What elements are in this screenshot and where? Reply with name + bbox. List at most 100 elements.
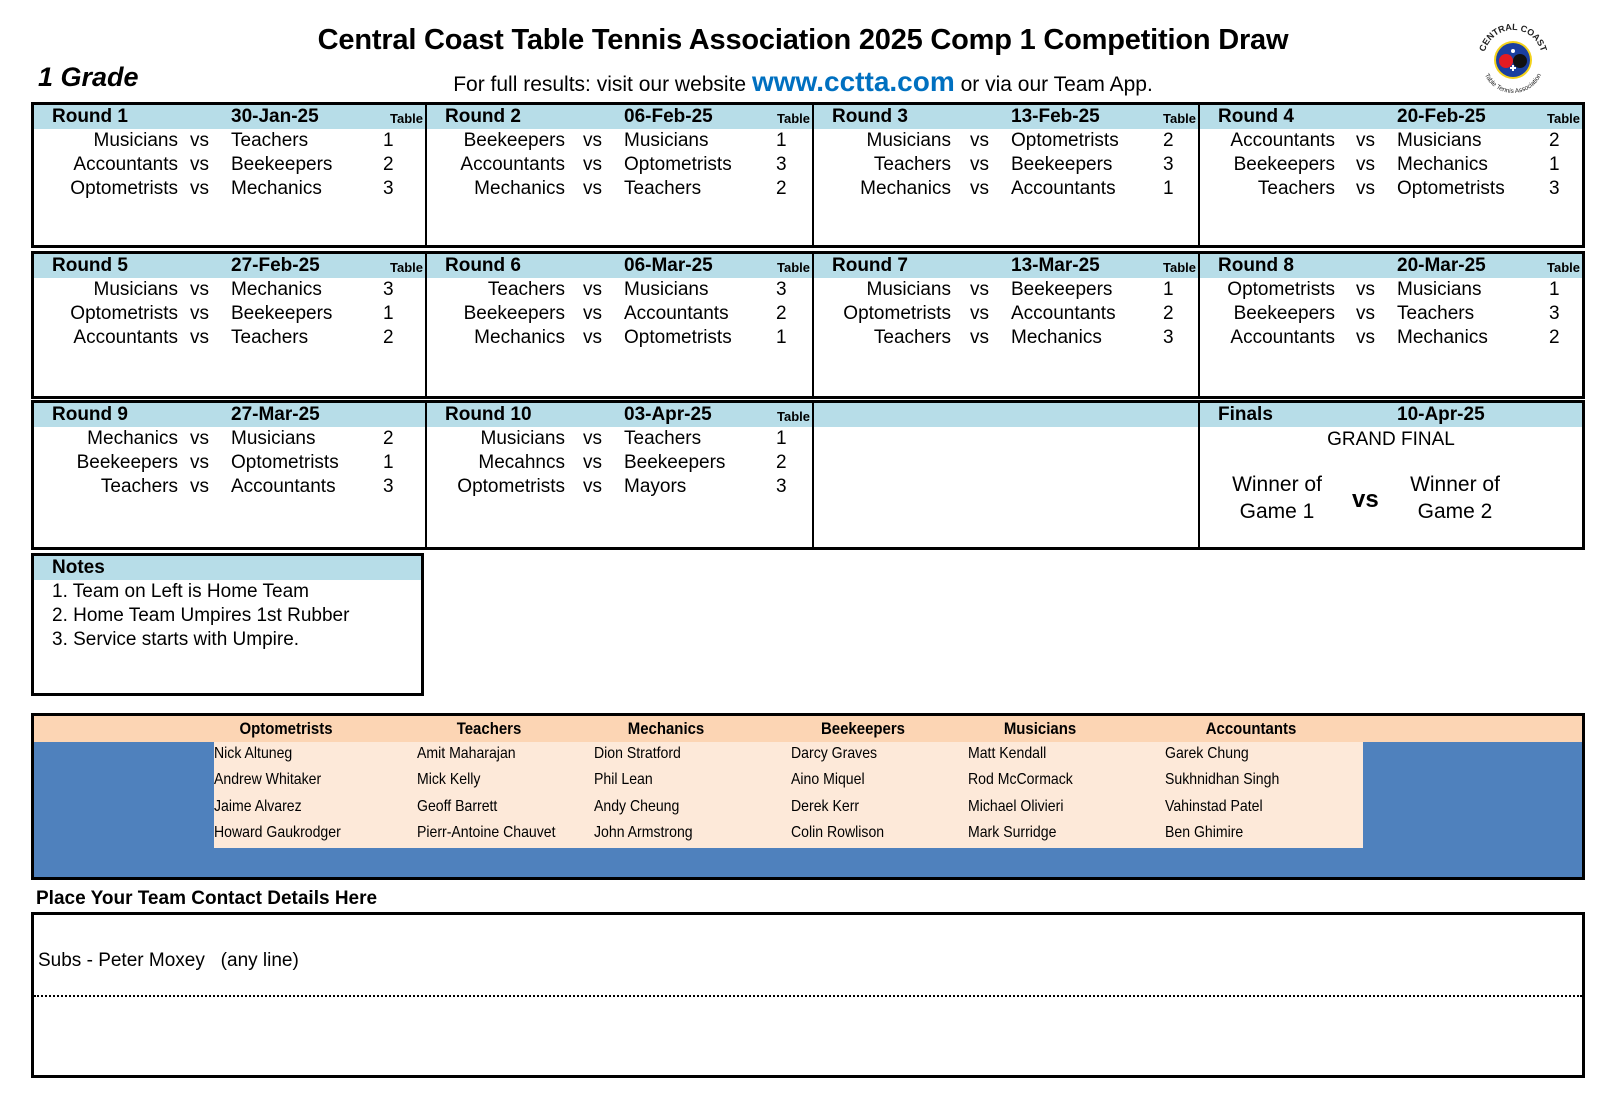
round-header: Round 9 27-Mar-25 <box>34 403 425 427</box>
away-team: Mayors <box>624 476 687 497</box>
finals-date: 10-Apr-25 <box>1397 404 1485 425</box>
table-number: 1 <box>1163 178 1174 199</box>
away-team: Teachers <box>231 130 309 151</box>
match-row: Beekeepers vs Musicians 1 <box>427 129 812 153</box>
team-name: Teachers <box>456 719 522 738</box>
table-number: 2 <box>1163 130 1174 151</box>
home-team: Mechanics <box>860 178 951 199</box>
table-number: 1 <box>383 130 394 151</box>
grand-final-title: GRAND FINAL <box>1327 429 1455 450</box>
table-number: 3 <box>1163 327 1174 348</box>
home-team: Beekeepers <box>1233 303 1335 324</box>
match-row: Teachers vs Beekeepers 3 <box>814 153 1198 177</box>
home-team: Teachers <box>1257 178 1335 199</box>
round-name: Round 7 <box>832 255 908 276</box>
table-number: 1 <box>383 303 394 324</box>
match-row: Optometrists vs Musicians 1 <box>1200 278 1582 302</box>
away-team: Optometrists <box>1011 130 1119 151</box>
vs-label: vs <box>1356 279 1375 300</box>
round-name: Round 5 <box>52 255 128 276</box>
player-name: Andrew Whitaker <box>214 771 322 788</box>
vs-label: vs <box>970 303 989 324</box>
table-column-label: Table <box>1163 260 1196 275</box>
round-date: 13-Mar-25 <box>1011 255 1100 276</box>
table-number: 1 <box>383 452 394 473</box>
round-block: Round 5 27-Feb-25 Table Musicians vs Mechanic… <box>34 254 427 396</box>
match-row: Optometrists vs Mayors 3 <box>427 475 812 499</box>
match-row: Teachers vs Mechanics 3 <box>814 326 1198 350</box>
table-number: 3 <box>383 279 394 300</box>
home-team: Beekeepers <box>463 130 565 151</box>
home-team: Teachers <box>873 327 951 348</box>
cctta-logo-icon: CENTRAL COAST Table Tennis Association <box>1476 22 1550 96</box>
away-team: Teachers <box>624 178 702 199</box>
away-team: Musicians <box>1397 130 1482 151</box>
round-block: Round 8 20-Mar-25 Table Optometrists vs Music… <box>1200 254 1582 396</box>
table-number: 2 <box>1163 303 1174 324</box>
finalist-2-line1: Winner of <box>1410 473 1500 496</box>
away-team: Accountants <box>1011 303 1116 324</box>
home-team: Teachers <box>100 476 178 497</box>
round-block: Round 9 27-Mar-25 Mechanics vs Musicians 2 Bee… <box>34 403 427 547</box>
table-column-label: Table <box>777 111 810 126</box>
grand-final-match: Winner of Game 1 vs Winner of Game 2 <box>1200 471 1582 531</box>
table-number: 2 <box>776 178 787 199</box>
table-column-label: Table <box>390 111 423 126</box>
round-block: Round 7 13-Mar-25 Table Musicians vs Beekeepe… <box>814 254 1200 396</box>
table-number: 3 <box>776 476 787 497</box>
table-number: 1 <box>1549 279 1560 300</box>
team-name: Beekeepers <box>820 719 906 738</box>
match-row: Beekeepers vs Optometrists 1 <box>34 451 425 475</box>
round-header: Round 10 03-Apr-25 Table <box>427 403 812 427</box>
player-name: Amit Maharajan <box>417 745 516 762</box>
draw-row-2: Round 5 27-Feb-25 Table Musicians vs Mechanic… <box>31 251 1585 399</box>
finalist-1-line1: Winner of <box>1232 473 1322 496</box>
table-number: 2 <box>1549 130 1560 151</box>
round-name: Round 8 <box>1218 255 1294 276</box>
finals-vs: vs <box>1352 486 1379 513</box>
away-team: Beekeepers <box>624 452 726 473</box>
finalist-2-line2: Game 2 <box>1417 500 1493 523</box>
vs-label: vs <box>583 154 602 175</box>
home-team: Mechanics <box>474 327 565 348</box>
match-row: Optometrists vs Beekeepers 1 <box>34 302 425 326</box>
finals-block: Finals 10-Apr-25 GRAND FINAL Winner of G… <box>1200 403 1582 547</box>
empty-block <box>814 403 1200 547</box>
subtitle-suffix: or via our Team App. <box>954 73 1153 96</box>
round-date: 03-Apr-25 <box>624 404 712 425</box>
home-team: Optometrists <box>70 303 178 324</box>
match-row: Accountants vs Teachers 2 <box>34 326 425 350</box>
player-name: Mick Kelly <box>417 771 481 788</box>
player-name: Jaime Alvarez <box>214 798 302 815</box>
home-team: Musicians <box>480 428 565 449</box>
match-row: Accountants vs Mechanics 2 <box>1200 326 1582 350</box>
vs-label: vs <box>583 452 602 473</box>
note-item: 1. Team on Left is Home Team <box>52 581 309 602</box>
away-team: Accountants <box>624 303 729 324</box>
player-name: Mark Surridge <box>968 824 1057 841</box>
vs-label: vs <box>583 178 602 199</box>
round-date: 27-Feb-25 <box>231 255 320 276</box>
vs-label: vs <box>190 178 209 199</box>
round-date: 06-Mar-25 <box>624 255 713 276</box>
vs-label: vs <box>1356 154 1375 175</box>
match-row: Mecahncs vs Beekeepers 2 <box>427 451 812 475</box>
round-name: Round 6 <box>445 255 521 276</box>
home-team: Teachers <box>487 279 565 300</box>
notes-box: Notes 1. Team on Left is Home Team 2. Ho… <box>31 553 424 696</box>
round-date: 20-Mar-25 <box>1397 255 1486 276</box>
player-name: Garek Chung <box>1165 745 1249 762</box>
table-number: 3 <box>383 476 394 497</box>
subtitle: For full results: visit our website www.… <box>0 66 1606 98</box>
away-team: Mechanics <box>1397 327 1488 348</box>
vs-label: vs <box>190 476 209 497</box>
round-header: Round 8 20-Mar-25 Table <box>1200 254 1582 278</box>
match-row: Musicians vs Teachers 1 <box>427 427 812 451</box>
contact-details-box[interactable]: Subs - Peter Moxey (any line) <box>31 912 1585 1078</box>
match-row: Beekeepers vs Accountants 2 <box>427 302 812 326</box>
home-team: Beekeepers <box>1233 154 1335 175</box>
vs-label: vs <box>583 476 602 497</box>
website-link[interactable]: www.cctta.com <box>752 66 955 97</box>
match-row: Mechanics vs Accountants 1 <box>814 177 1198 201</box>
round-name: Round 2 <box>445 106 521 127</box>
